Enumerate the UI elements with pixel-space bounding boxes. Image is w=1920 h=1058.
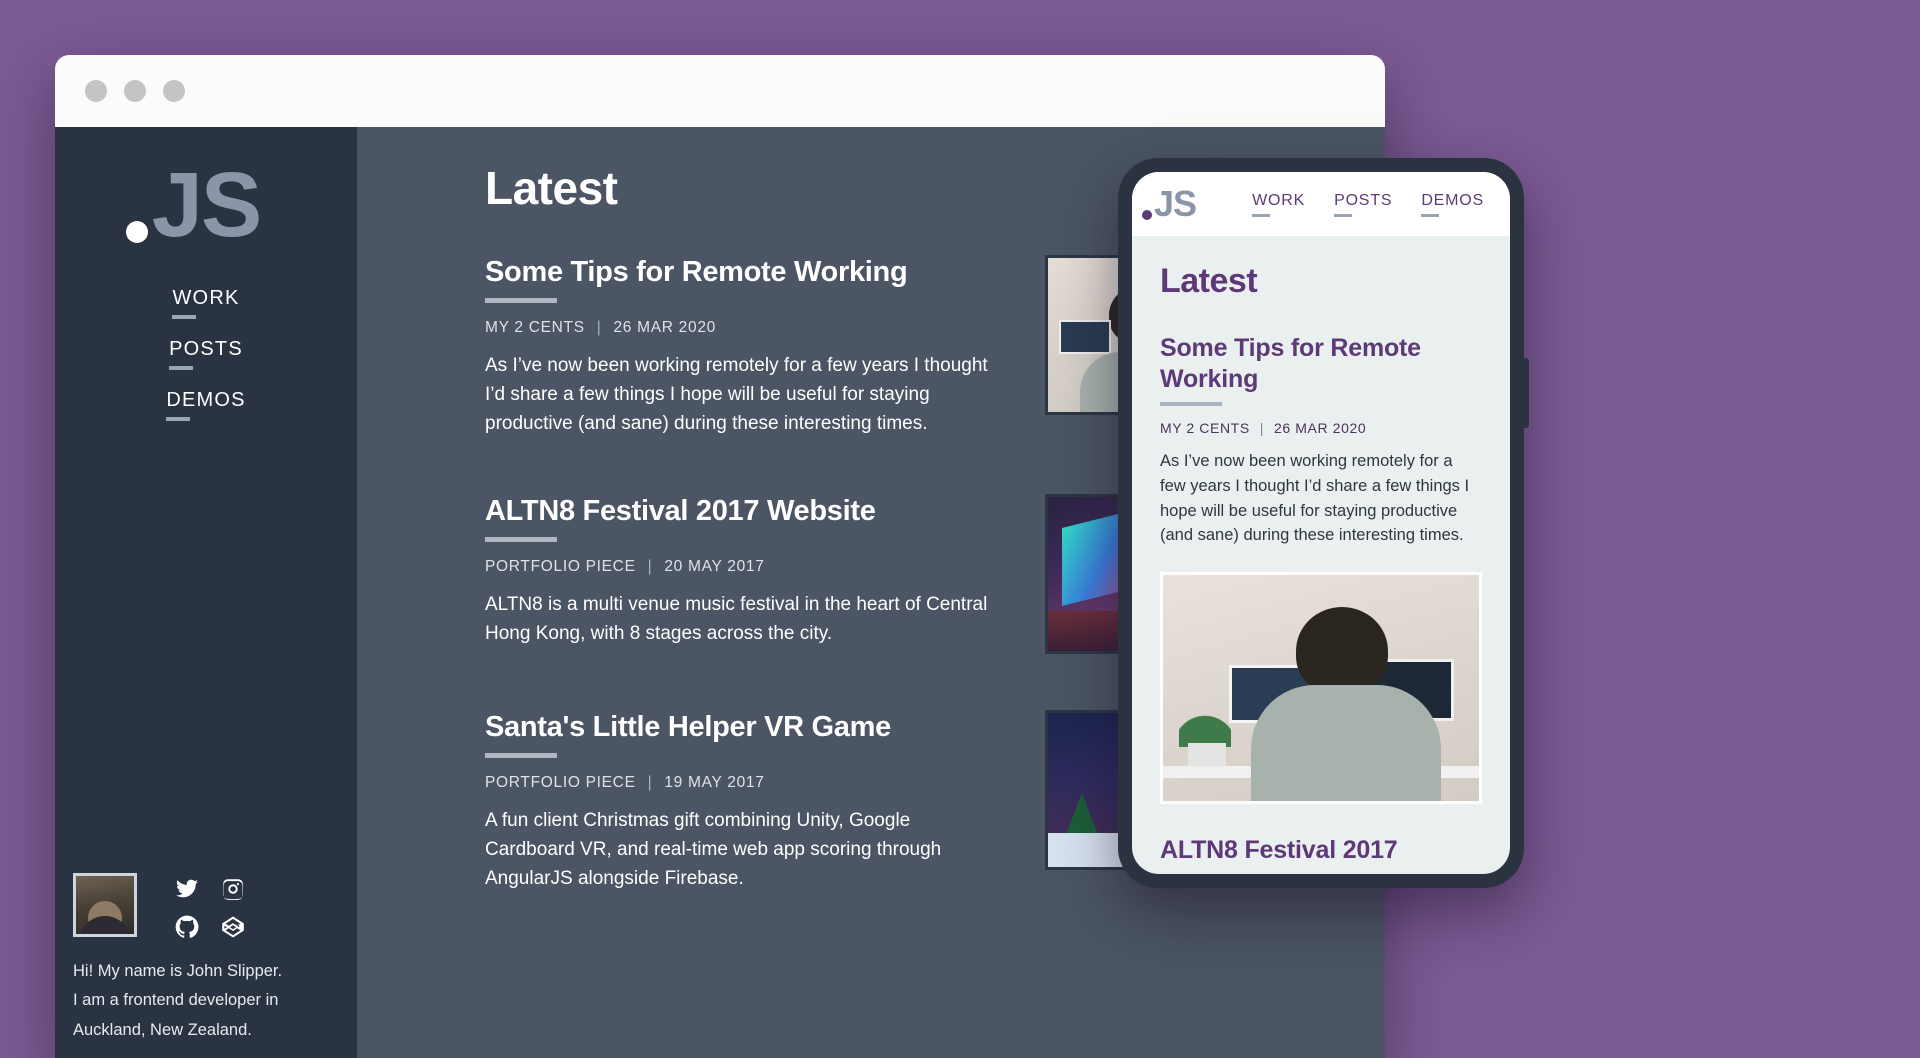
logo-text: JS bbox=[151, 154, 263, 256]
phone-post-title-link[interactable]: Some Tips for Remote Working bbox=[1160, 333, 1482, 406]
post-excerpt: ALTN8 is a multi venue music festival in… bbox=[485, 594, 988, 645]
post-excerpt: A fun client Christmas gift combining Un… bbox=[485, 810, 942, 889]
post-date: 19 MAY 2017 bbox=[664, 774, 765, 792]
site-logo[interactable]: JS bbox=[55, 145, 357, 251]
sidebar-item-demos[interactable]: DEMOS bbox=[166, 389, 245, 421]
twitter-icon[interactable] bbox=[175, 877, 199, 901]
phone-navbar: JS WORK POSTS DEMOS bbox=[1132, 172, 1510, 236]
post-category: PORTFOLIO PIECE bbox=[485, 774, 636, 792]
site-sidebar: JS WORK POSTS DEMOS Hi! My name is John … bbox=[55, 127, 357, 1058]
post-meta: PORTFOLIO PIECE | 20 MAY 2017 bbox=[485, 558, 1005, 576]
phone-nav-item-work[interactable]: WORK bbox=[1252, 192, 1305, 217]
phone-logo[interactable]: JS bbox=[1142, 183, 1197, 224]
window-maximize-button[interactable] bbox=[163, 80, 185, 102]
bio-line-3: Auckland, New Zealand. bbox=[73, 1020, 252, 1039]
phone-next-post-title: ALTN8 Festival 2017 bbox=[1160, 836, 1398, 864]
profile-row bbox=[73, 872, 333, 939]
bio-line-1: Hi! My name is John Slipper. bbox=[73, 961, 283, 980]
window-close-button[interactable] bbox=[85, 80, 107, 102]
github-icon[interactable] bbox=[175, 915, 199, 939]
phone-person-body-icon bbox=[1251, 685, 1442, 801]
post-excerpt: As I’ve now been working remotely for a … bbox=[485, 354, 988, 434]
phone-logo-dot-icon bbox=[1142, 210, 1152, 220]
phone-page-title: Latest bbox=[1160, 262, 1258, 300]
phone-post-thumbnail[interactable] bbox=[1160, 572, 1482, 804]
phone-mockup: JS WORK POSTS DEMOS Latest Some Tips for… bbox=[1118, 158, 1529, 888]
bio-line-2: I am a frontend developer in bbox=[73, 991, 279, 1010]
codepen-icon[interactable] bbox=[221, 915, 245, 939]
sidebar-footer: Hi! My name is John Slipper. I am a fron… bbox=[55, 872, 357, 1058]
meta-separator: | bbox=[647, 558, 653, 576]
phone-nav-item-posts[interactable]: POSTS bbox=[1334, 192, 1392, 217]
meta-separator: | bbox=[596, 318, 602, 336]
browser-titlebar bbox=[55, 55, 1385, 127]
post-title-link[interactable]: Some Tips for Remote Working bbox=[485, 255, 1005, 303]
post-title-link[interactable]: ALTN8 Festival 2017 Website bbox=[485, 494, 1005, 543]
phone-nav-links: WORK POSTS DEMOS bbox=[1252, 192, 1484, 217]
social-links bbox=[175, 873, 249, 939]
sidebar-bio: Hi! My name is John Slipper. I am a fron… bbox=[73, 957, 333, 1045]
post-category: PORTFOLIO PIECE bbox=[485, 558, 636, 576]
post-date: 20 MAY 2017 bbox=[664, 558, 765, 576]
sidebar-item-work[interactable]: WORK bbox=[172, 287, 239, 319]
logo-dot-icon bbox=[125, 221, 148, 243]
phone-screen: JS WORK POSTS DEMOS Latest Some Tips for… bbox=[1132, 172, 1510, 874]
instagram-icon[interactable] bbox=[221, 877, 245, 901]
monitor-icon bbox=[1058, 319, 1111, 354]
meta-separator: | bbox=[647, 774, 653, 792]
phone-logo-text: JS bbox=[1154, 183, 1197, 224]
post-meta: PORTFOLIO PIECE | 19 MAY 2017 bbox=[485, 774, 1005, 792]
phone-post-date: 26 MAR 2020 bbox=[1274, 420, 1367, 436]
phone-post-category: MY 2 CENTS bbox=[1160, 420, 1250, 436]
sidebar-item-posts[interactable]: POSTS bbox=[169, 338, 243, 370]
phone-meta-separator: | bbox=[1259, 420, 1265, 436]
sidebar-nav: WORK POSTS DEMOS bbox=[55, 287, 357, 421]
post-title-link[interactable]: Santa's Little Helper VR Game bbox=[485, 710, 1005, 759]
tree-icon bbox=[1062, 793, 1103, 846]
avatar bbox=[73, 872, 137, 937]
post-category: MY 2 CENTS bbox=[485, 318, 585, 336]
phone-post-excerpt: As I’ve now been working remotely for a … bbox=[1160, 452, 1470, 545]
phone-content: Latest Some Tips for Remote Working MY 2… bbox=[1132, 236, 1510, 865]
phone-person-head-icon bbox=[1295, 606, 1388, 695]
post-meta: MY 2 CENTS | 26 MAR 2020 bbox=[485, 319, 1005, 337]
window-minimize-button[interactable] bbox=[124, 80, 146, 102]
phone-nav-item-demos[interactable]: DEMOS bbox=[1421, 192, 1484, 217]
phone-plant-icon bbox=[1178, 702, 1231, 747]
phone-post-meta: MY 2 CENTS | 26 MAR 2020 bbox=[1160, 420, 1482, 436]
post-date: 26 MAR 2020 bbox=[613, 318, 716, 336]
